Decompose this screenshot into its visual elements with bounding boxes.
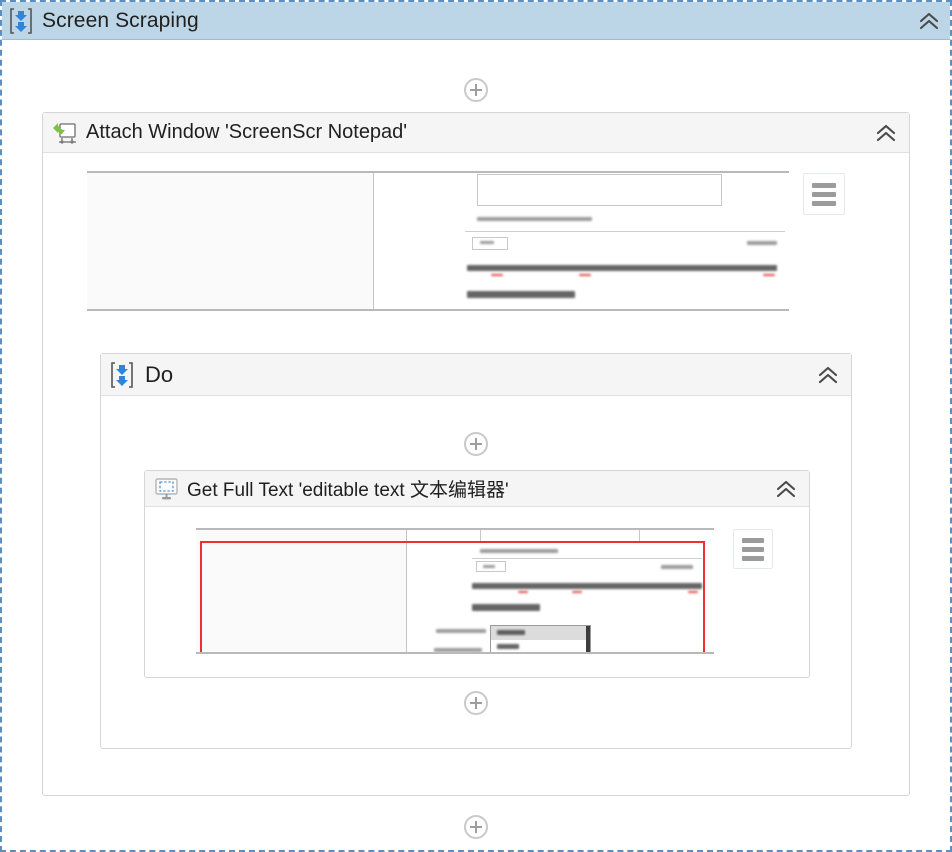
- thumb-body-line-1: [472, 583, 702, 589]
- thumb-dropdown-label-1: [497, 630, 525, 635]
- screen-selection-icon: [153, 477, 179, 501]
- thumb-body-line-2: [472, 604, 540, 611]
- thumb-divider: [373, 173, 374, 309]
- hamburger-menu-icon: [812, 182, 836, 206]
- thumb-dropdown-label-2: [497, 644, 519, 649]
- chevron-double-up-icon[interactable]: [817, 365, 839, 385]
- thumb-underline-2: [579, 274, 591, 276]
- thumb-divider: [406, 530, 407, 652]
- thumb-field-label-2: [434, 648, 482, 652]
- thumb-field-label-1: [436, 629, 486, 633]
- activity-get-full-text[interactable]: Get Full Text 'editable text 文本编辑器': [144, 470, 810, 678]
- add-activity-do-top[interactable]: [464, 432, 488, 456]
- thumb-text-box: [477, 174, 722, 206]
- sequence-icon: [8, 7, 34, 35]
- sequence-icon: [109, 361, 135, 389]
- thumb-underline-3: [763, 274, 775, 276]
- thumb-dropdown-scrollbar[interactable]: [586, 626, 590, 652]
- thumb-dropdown-popup[interactable]: [490, 625, 591, 652]
- thumb-button-label: [483, 565, 495, 568]
- add-activity-top[interactable]: [464, 78, 488, 102]
- thumb-caption-line: [480, 549, 558, 553]
- chevron-double-up-icon[interactable]: [875, 123, 897, 143]
- do-header[interactable]: Do: [101, 354, 851, 396]
- add-activity-do-bottom[interactable]: [464, 691, 488, 715]
- workflow-designer-canvas: Screen Scraping Attach Window 'ScreenScr…: [0, 0, 952, 852]
- chevron-double-up-icon[interactable]: [918, 11, 940, 31]
- thumb-text-box: [480, 530, 640, 543]
- thumb-left-pane: [87, 173, 373, 309]
- hamburger-menu-icon: [742, 537, 764, 561]
- do-title: Do: [145, 361, 174, 387]
- get-full-text-header[interactable]: Get Full Text 'editable text 文本编辑器': [145, 471, 809, 507]
- get-full-text-informative-screenshot[interactable]: [196, 528, 714, 654]
- chevron-double-up-icon[interactable]: [775, 479, 797, 499]
- attach-window-thumbnail-menu-button[interactable]: [803, 173, 845, 215]
- thumb-body-line-2: [467, 291, 575, 298]
- screen-scraping-header[interactable]: Screen Scraping: [2, 2, 950, 40]
- thumb-underline-1: [491, 274, 503, 276]
- thumb-underline-2: [572, 591, 582, 593]
- thumb-body-line-1: [467, 265, 777, 271]
- attach-window-informative-screenshot[interactable]: [87, 171, 789, 311]
- attach-window-icon: [51, 121, 77, 145]
- get-full-text-title: Get Full Text 'editable text 文本编辑器': [187, 480, 509, 501]
- thumb-underline-1: [518, 591, 528, 593]
- screen-scraping-title: Screen Scraping: [42, 8, 199, 32]
- add-activity-bottom[interactable]: [464, 815, 488, 839]
- thumb-rule: [465, 231, 785, 232]
- attach-window-title: Attach Window 'ScreenScr Notepad': [86, 121, 408, 143]
- thumb-left-pane: [196, 530, 406, 652]
- thumb-rule: [472, 558, 702, 559]
- thumb-right-label: [747, 241, 777, 245]
- thumb-button-label: [480, 241, 494, 244]
- thumb-underline-3: [688, 591, 698, 593]
- thumb-right-label: [661, 565, 693, 569]
- get-full-text-thumbnail-menu-button[interactable]: [733, 529, 773, 569]
- attach-window-header[interactable]: Attach Window 'ScreenScr Notepad': [43, 113, 909, 153]
- thumb-caption-line: [477, 217, 592, 221]
